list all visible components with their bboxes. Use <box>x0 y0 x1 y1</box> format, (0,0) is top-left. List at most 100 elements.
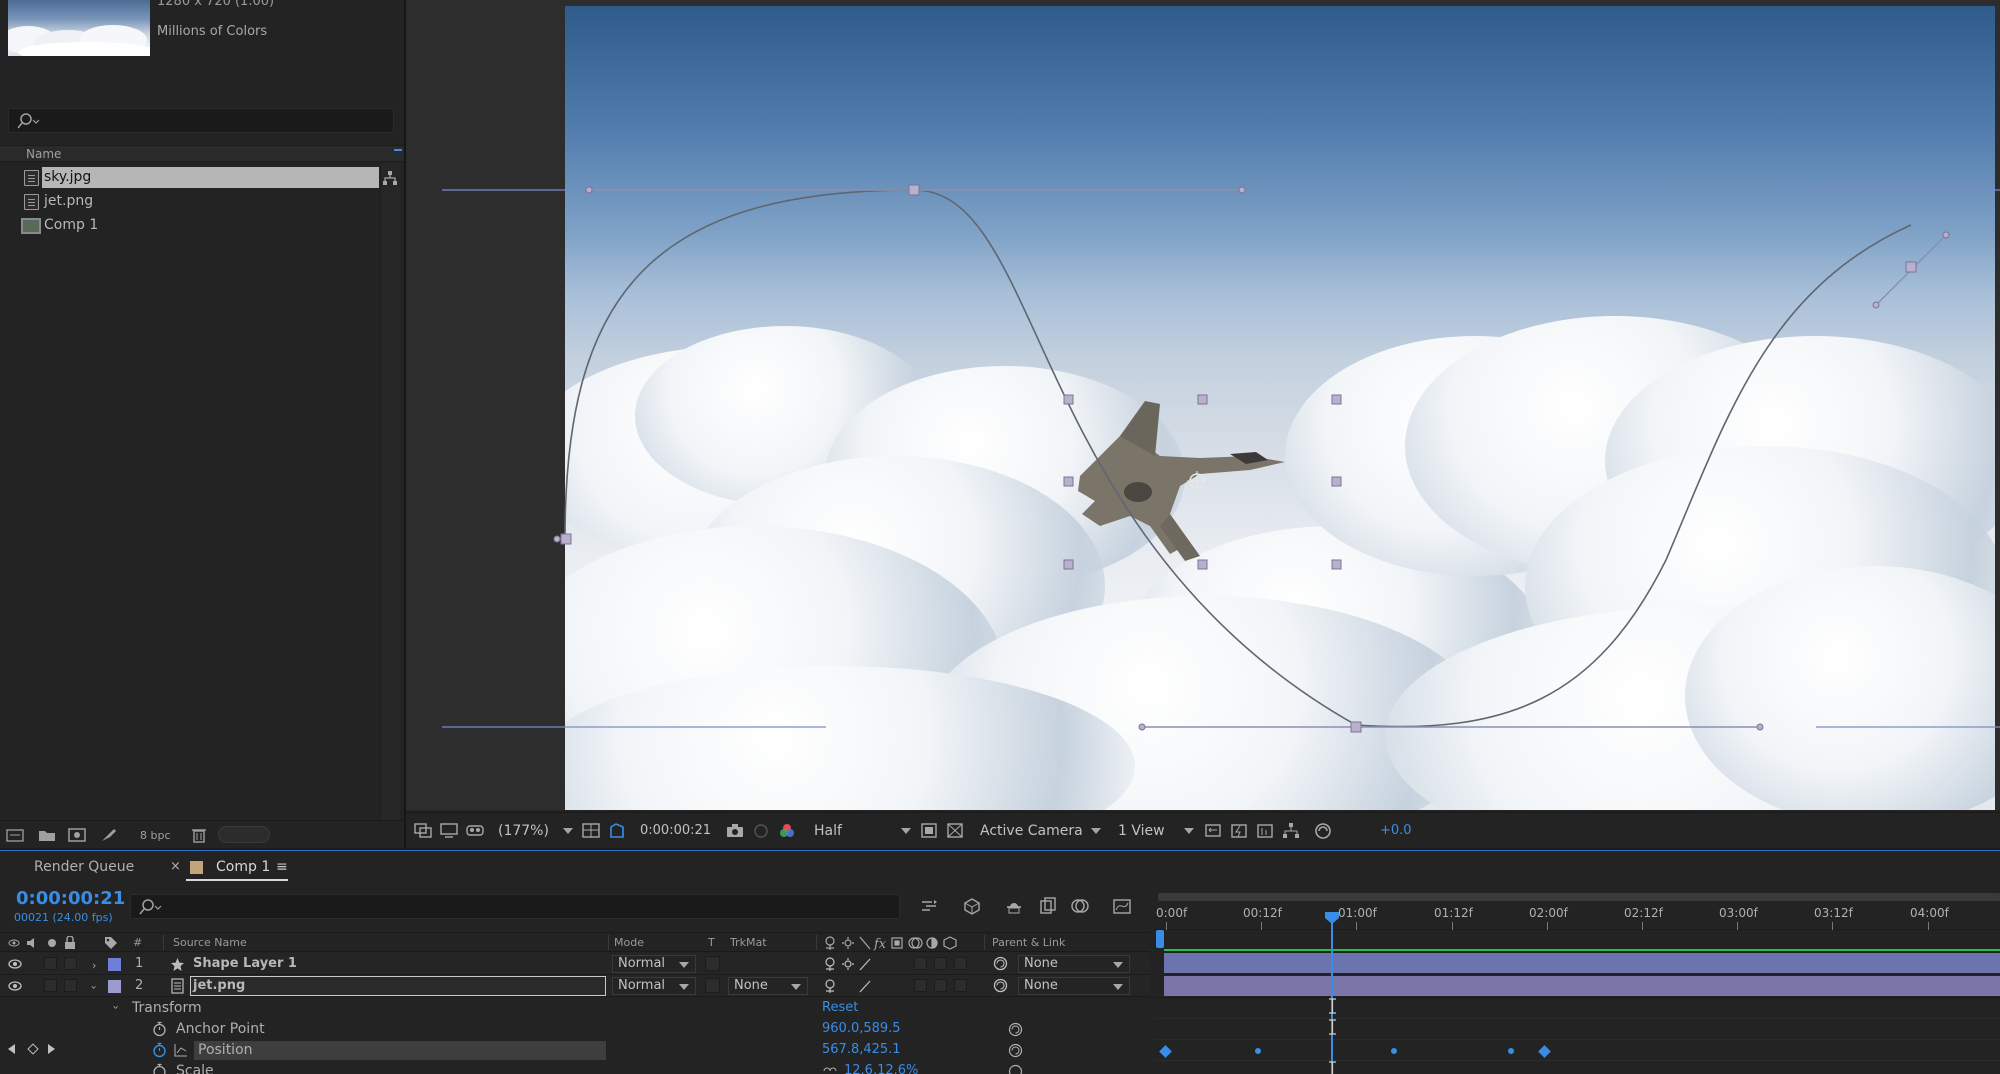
layer-bar-jet[interactable] <box>1164 976 2000 996</box>
expression-pickwhip-icon[interactable] <box>1008 1043 1023 1058</box>
collapse-chevron-icon[interactable]: › <box>88 985 101 989</box>
thumbnail-size-slider[interactable] <box>218 826 270 843</box>
stopwatch-icon[interactable] <box>152 1063 167 1074</box>
toggle-pixel-aspect-icon[interactable] <box>1204 822 1222 839</box>
layer-row-shape-layer-1[interactable]: › 1 Shape Layer 1 Normal None <box>0 953 1150 975</box>
timeline-icon[interactable] <box>1256 822 1274 839</box>
preserve-transparency-toggle[interactable] <box>705 978 720 993</box>
scale-value[interactable]: 12.6,12.6% <box>844 1063 918 1074</box>
blend-mode-dropdown[interactable]: Normal <box>612 977 696 995</box>
track-matte-dropdown[interactable]: None <box>728 977 808 995</box>
composition-mini-flowchart-icon[interactable] <box>920 896 940 916</box>
parent-dropdown[interactable]: None <box>1018 977 1130 995</box>
project-item-comp[interactable]: Comp 1 <box>0 214 404 237</box>
property-row-scale[interactable]: Scale 12.6,12.6% <box>0 1061 1150 1074</box>
fast-previews-icon[interactable] <box>1230 822 1248 839</box>
flowchart-icon[interactable] <box>382 170 398 186</box>
timeline-search-input[interactable] <box>130 894 900 919</box>
constrain-proportions-icon[interactable] <box>822 1065 838 1074</box>
3d-toggle[interactable] <box>934 957 947 970</box>
previous-keyframe-icon[interactable] <box>8 1044 15 1054</box>
comp-flowchart-icon[interactable] <box>1282 822 1300 839</box>
interpret-footage-icon[interactable] <box>6 827 24 843</box>
lock-header-icon[interactable] <box>64 936 76 949</box>
expression-pickwhip-icon[interactable] <box>1008 1022 1023 1037</box>
eye-icon[interactable] <box>8 957 22 971</box>
zoom-dropdown-arrow[interactable] <box>563 828 573 834</box>
resolution-dropdown-arrow[interactable] <box>901 828 911 834</box>
solo-header-icon[interactable] <box>46 937 58 949</box>
tab-close-icon[interactable]: × <box>170 859 181 874</box>
audio-header-icon[interactable] <box>26 937 38 949</box>
property-row-anchor-point[interactable]: Anchor Point 960.0,589.5 <box>0 1019 1150 1040</box>
new-folder-icon[interactable] <box>38 827 56 843</box>
vr-goggles-icon[interactable] <box>466 822 484 839</box>
panel-menu-icon[interactable]: ≡ <box>276 859 288 875</box>
tab-render-queue[interactable]: Render Queue <box>34 859 134 875</box>
reset-exposure-icon[interactable] <box>1314 822 1332 839</box>
always-preview-icon[interactable] <box>414 822 432 839</box>
bit-depth-button[interactable]: 8 bpc <box>140 829 171 842</box>
graph-editor-icon[interactable] <box>1112 896 1132 916</box>
column-mode[interactable]: Mode <box>614 936 644 949</box>
solo-toggle[interactable] <box>44 979 57 992</box>
motion-blur-icon[interactable] <box>1070 896 1090 916</box>
blend-mode-dropdown[interactable]: Normal <box>612 955 696 973</box>
column-t[interactable]: T <box>708 936 715 949</box>
video-toggle-header-icon[interactable] <box>8 937 20 949</box>
anchor-point-icon[interactable] <box>1187 471 1207 491</box>
project-settings-icon[interactable] <box>100 827 118 843</box>
adjustment-toggle[interactable] <box>914 957 927 970</box>
snapshot-camera-icon[interactable] <box>726 822 744 839</box>
stopwatch-active-icon[interactable] <box>152 1042 167 1058</box>
monitor-icon[interactable] <box>440 822 458 839</box>
column-source-name[interactable]: Source Name <box>173 936 247 949</box>
preserve-transparency-toggle[interactable] <box>705 956 720 971</box>
zoom-level-dropdown[interactable]: (177%) <box>498 823 549 839</box>
layer-switches-header-icons[interactable]: fx <box>822 935 962 951</box>
camera-dropdown-arrow[interactable] <box>1091 828 1101 834</box>
next-keyframe-icon[interactable] <box>48 1044 55 1054</box>
expand-chevron-icon[interactable]: › <box>92 959 96 972</box>
transform-label[interactable]: Transform <box>132 1000 202 1016</box>
view-layout-dropdown[interactable]: 1 View <box>1118 823 1165 839</box>
add-keyframe-icon[interactable] <box>27 1043 39 1055</box>
new-composition-icon[interactable] <box>68 827 86 843</box>
project-item-sky[interactable]: sky.jpg <box>0 166 404 189</box>
lock-toggle[interactable] <box>64 957 77 970</box>
3d-toggle[interactable] <box>934 979 947 992</box>
roving-keyframe[interactable] <box>1508 1048 1514 1054</box>
motion-path-overlay[interactable] <box>406 0 2000 810</box>
parent-dropdown[interactable]: None <box>1018 955 1130 973</box>
color-channels-icon[interactable] <box>778 822 796 839</box>
eye-icon[interactable] <box>8 979 22 993</box>
layer-row-jet[interactable]: › 2 jet.png Normal None None <box>0 975 1150 997</box>
layer-name[interactable]: Shape Layer 1 <box>193 956 297 971</box>
lock-toggle[interactable] <box>64 979 77 992</box>
camera-view-dropdown[interactable]: Active Camera <box>980 823 1083 839</box>
viewer-current-time[interactable]: 0:00:00:21 <box>640 823 711 838</box>
property-row-position[interactable]: Position 567.8,425.1 <box>0 1040 1150 1061</box>
layer-label-color[interactable] <box>108 958 121 971</box>
exposure-value[interactable]: +0.0 <box>1380 823 1412 838</box>
pickwhip-icon[interactable] <box>993 956 1008 971</box>
anchor-point-value[interactable]: 960.0,589.5 <box>822 1021 901 1036</box>
trash-icon[interactable] <box>190 827 208 843</box>
show-snapshot-icon[interactable] <box>752 822 770 839</box>
roving-keyframe[interactable] <box>1255 1048 1261 1054</box>
panel-divider-horizontal[interactable] <box>0 848 2000 851</box>
layer-bar-shape-layer-1[interactable] <box>1164 953 2000 973</box>
column-number[interactable]: # <box>133 936 142 949</box>
project-scrollbar[interactable] <box>380 163 400 823</box>
adjustment-toggle[interactable] <box>914 979 927 992</box>
pickwhip-icon[interactable] <box>993 978 1008 993</box>
view-layout-arrow[interactable] <box>1184 828 1194 834</box>
safe-margins-icon[interactable] <box>582 822 600 839</box>
draft-3d-icon[interactable] <box>962 896 982 916</box>
layer-switches[interactable] <box>822 957 892 972</box>
motion-blur-toggle[interactable] <box>954 957 967 970</box>
column-parent-link[interactable]: Parent & Link <box>992 936 1065 949</box>
project-item-jet[interactable]: jet.png <box>0 190 404 213</box>
current-time-indicator[interactable] <box>1331 918 1333 1074</box>
region-of-interest-icon[interactable] <box>920 822 938 839</box>
